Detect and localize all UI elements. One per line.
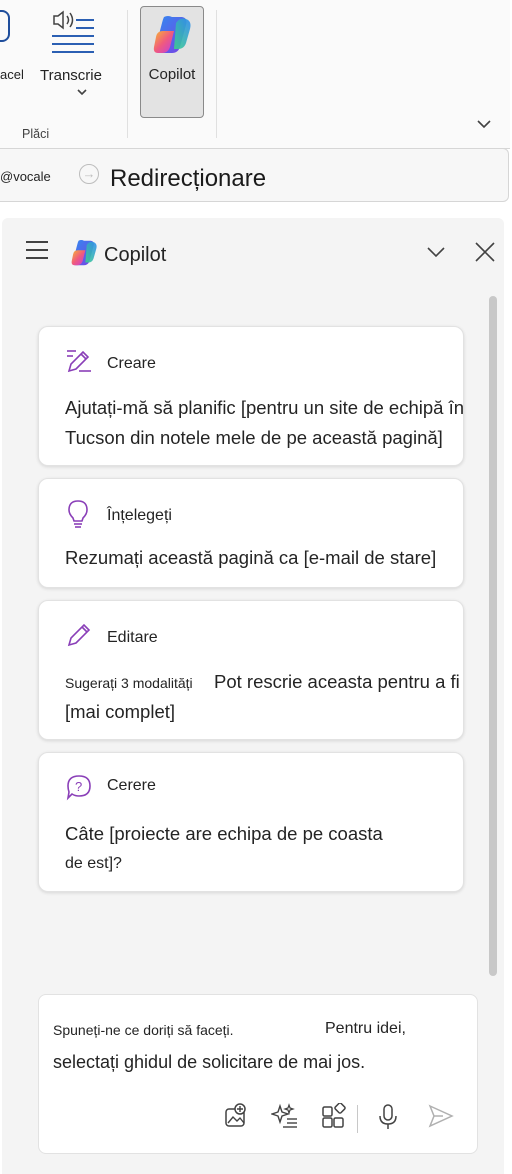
prompt-guide-icon[interactable] [271, 1103, 299, 1129]
card-title-text: Cerere [107, 777, 156, 794]
dictate-mic-icon[interactable] [0, 10, 10, 42]
transcribe-button[interactable]: Transcrie [38, 10, 104, 110]
chevron-down-icon[interactable] [476, 116, 492, 134]
toolbar-divider [357, 1105, 358, 1133]
add-image-icon[interactable] [223, 1103, 249, 1129]
redirect-button[interactable]: Redirecționare [110, 165, 266, 193]
dictate-label[interactable]: acel [0, 67, 24, 82]
card-body: Rezumați această pagină ca [e-mail de st… [65, 547, 437, 568]
ribbon-divider [216, 10, 217, 138]
chevron-down-icon[interactable] [424, 240, 448, 269]
copilot-logo-icon [153, 16, 191, 53]
prompt-card-create[interactable]: Creare Ajutați-mă să planific [pentru un… [38, 326, 464, 466]
card-line: Câte [proiecte are echipa de pe coasta [65, 823, 383, 844]
card-line: Ajutați-mă să planific [pentru un site d… [65, 397, 465, 418]
prompt-card-understand[interactable]: Înțelegeți Rezumați această pagină ca [e… [38, 478, 464, 588]
forward-navbar: @vocale → Redirecționare [0, 148, 509, 202]
card-body: Câte [proiecte are echipa de pe coasta d… [65, 819, 485, 879]
placeholder-hint: Spuneți-ne ce doriți să faceți. [53, 1022, 234, 1038]
placeholder-hint: selectați ghidul de solicitare de mai jo… [53, 1052, 366, 1072]
card-body: Ajutați-mă să planific [pentru un site d… [65, 393, 485, 453]
card-line-small: Sugerați 3 modalități [65, 675, 193, 691]
question-bubble-icon: ? [66, 775, 91, 801]
forward-arrow-icon[interactable]: → [79, 164, 99, 184]
close-icon[interactable] [474, 241, 496, 268]
placeholder-hint: Pentru idei, [325, 1020, 406, 1037]
prompt-card-edit[interactable]: Editare Sugerați 3 modalități Pot rescri… [38, 600, 464, 740]
svg-text:?: ? [75, 779, 82, 794]
copilot-ribbon-button[interactable]: Copilot [140, 6, 204, 118]
voice-label[interactable]: @vocale [0, 169, 51, 184]
send-icon[interactable] [427, 1103, 455, 1129]
menu-icon[interactable] [26, 241, 48, 265]
card-line: [mai complet] [65, 701, 176, 722]
card-line: Pot rescrie aceasta pentru a fi [214, 671, 460, 692]
card-title: Cerere [107, 777, 156, 795]
card-line: de est]? [65, 855, 122, 872]
card-line: Tucson din notele mele de pe această pag… [65, 427, 443, 448]
ribbon-divider [127, 10, 128, 138]
transcribe-icon [52, 10, 94, 53]
card-title: Editare [107, 629, 158, 646]
microphone-icon[interactable] [376, 1103, 400, 1131]
lightbulb-icon [68, 500, 88, 528]
scrollbar[interactable] [489, 296, 497, 976]
group-label: Plăci [22, 127, 50, 141]
pencil-icon [67, 623, 91, 647]
prompt-input[interactable]: Spuneți-ne ce doriți să faceți. Pentru i… [38, 994, 478, 1154]
ribbon: acel Transcrie Plăci Copilot [0, 0, 510, 149]
apps-icon[interactable] [321, 1103, 347, 1129]
pane-header: Copilot [2, 218, 504, 288]
prompt-card-ask[interactable]: ? Cerere Câte [proiecte are echipa de pe… [38, 752, 464, 892]
card-title: Înțelegeți [107, 507, 172, 524]
pencil-sparkle-icon [67, 350, 91, 373]
copilot-pane: Copilot Creare Ajutați-mă să planific [p… [2, 218, 504, 1174]
copilot-ribbon-label: Copilot [148, 66, 196, 83]
card-body: Sugerați 3 modalități Pot rescrie aceast… [65, 667, 485, 727]
pane-title: Copilot [104, 244, 167, 266]
transcribe-label: Transcrie [40, 67, 102, 84]
card-title: Creare [107, 355, 156, 372]
copilot-logo-icon [71, 240, 97, 266]
